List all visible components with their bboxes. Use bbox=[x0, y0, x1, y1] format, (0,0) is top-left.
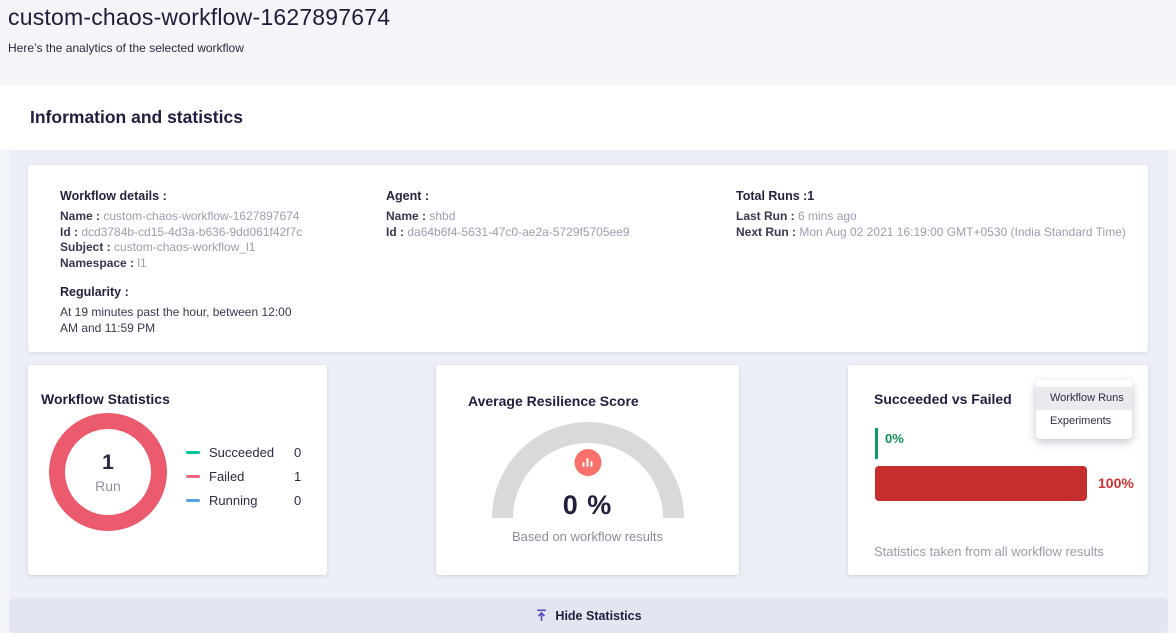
running-dash-icon bbox=[186, 499, 200, 503]
next-run-row: Next Run : Mon Aug 02 2021 16:19:00 GMT+… bbox=[736, 225, 1134, 241]
bar-chart-icon bbox=[574, 449, 601, 476]
succeeded-vs-failed-title: Succeeded vs Failed bbox=[874, 391, 1012, 407]
succeeded-vs-failed-caption: Statistics taken from all workflow resul… bbox=[874, 544, 1104, 559]
agent-row-name: Name : shbd bbox=[386, 209, 736, 225]
donut-legend: Succeeded 0 Failed 1 Running 0 bbox=[186, 444, 301, 516]
succeeded-dash-icon bbox=[186, 451, 200, 455]
succeeded-vs-failed-card: Succeeded vs Failed 0% 100% Statistics t… bbox=[848, 365, 1148, 575]
menu-item-experiments[interactable]: Experiments bbox=[1036, 410, 1132, 433]
workflow-statistics-title: Workflow Statistics bbox=[41, 391, 170, 407]
agent-heading: Agent : bbox=[386, 189, 736, 203]
legend-row-running: Running 0 bbox=[186, 492, 301, 509]
legend-row-failed: Failed 1 bbox=[186, 468, 301, 485]
detail-row-subject: Subject : custom-chaos-workflow_l1 bbox=[60, 240, 386, 256]
page-title: custom-chaos-workflow-1627897674 bbox=[8, 4, 390, 31]
runs-column: Total Runs :1 Last Run : 6 mins ago Next… bbox=[736, 165, 1148, 352]
runs-donut-chart: 1 Run bbox=[49, 413, 167, 531]
last-run-row: Last Run : 6 mins ago bbox=[736, 209, 1134, 225]
page-subtitle: Here’s the analytics of the selected wor… bbox=[8, 41, 244, 55]
resilience-score-card: Average Resilience Score 0 % Based on wo… bbox=[436, 365, 739, 575]
workflow-analytics-page: custom-chaos-workflow-1627897674 Here’s … bbox=[0, 0, 1176, 643]
bottom-spacer bbox=[0, 633, 1176, 643]
hide-statistics-label: Hide Statistics bbox=[555, 609, 641, 623]
workflow-details-column: Workflow details : Name : custom-chaos-w… bbox=[28, 165, 386, 352]
legend-row-succeeded: Succeeded 0 bbox=[186, 444, 301, 461]
section-header-band: Information and statistics bbox=[0, 85, 1176, 150]
section-heading: Information and statistics bbox=[30, 107, 243, 128]
failed-bar bbox=[875, 466, 1087, 501]
resilience-score-caption: Based on workflow results bbox=[436, 529, 739, 544]
regularity-heading: Regularity : bbox=[60, 285, 386, 299]
workflow-details-heading: Workflow details : bbox=[60, 189, 386, 203]
statistics-panel: Workflow details : Name : custom-chaos-w… bbox=[9, 150, 1168, 598]
workflow-statistics-card: Workflow Statistics 1 Run Succeeded 0 Fa… bbox=[28, 365, 327, 575]
resilience-score-title: Average Resilience Score bbox=[468, 393, 639, 409]
succeeded-percentage: 0% bbox=[885, 431, 904, 446]
regularity-text: At 19 minutes past the hour, between 12:… bbox=[60, 305, 310, 336]
total-runs-heading: Total Runs :1 bbox=[736, 189, 1134, 203]
detail-row-name: Name : custom-chaos-workflow-1627897674 bbox=[60, 209, 386, 225]
page-header: custom-chaos-workflow-1627897674 Here’s … bbox=[0, 0, 1176, 85]
collapse-up-icon bbox=[535, 609, 548, 622]
resilience-score-value: 0 % bbox=[436, 490, 739, 521]
hide-statistics-button[interactable]: Hide Statistics bbox=[9, 598, 1168, 633]
failed-dash-icon bbox=[186, 475, 200, 479]
detail-row-id: Id : dcd3784b-cd15-4d3a-b636-9dd061f42f7… bbox=[60, 225, 386, 241]
failed-percentage: 100% bbox=[1098, 475, 1134, 491]
agent-column: Agent : Name : shbd Id : da64b6f4-5631-4… bbox=[386, 165, 736, 352]
donut-center-label: Run bbox=[95, 478, 121, 494]
workflow-details-card: Workflow details : Name : custom-chaos-w… bbox=[28, 165, 1148, 352]
agent-row-id: Id : da64b6f4-5631-47c0-ae2a-5729f5705ee… bbox=[386, 225, 736, 241]
succeeded-bar bbox=[875, 428, 878, 459]
stat-cards-row: Workflow Statistics 1 Run Succeeded 0 Fa… bbox=[28, 365, 1148, 575]
results-filter-menu: Workflow Runs Experiments bbox=[1036, 380, 1132, 439]
donut-center-value: 1 bbox=[102, 451, 114, 475]
detail-row-namespace: Namespace : l1 bbox=[60, 256, 386, 272]
menu-item-workflow-runs[interactable]: Workflow Runs bbox=[1036, 387, 1132, 410]
